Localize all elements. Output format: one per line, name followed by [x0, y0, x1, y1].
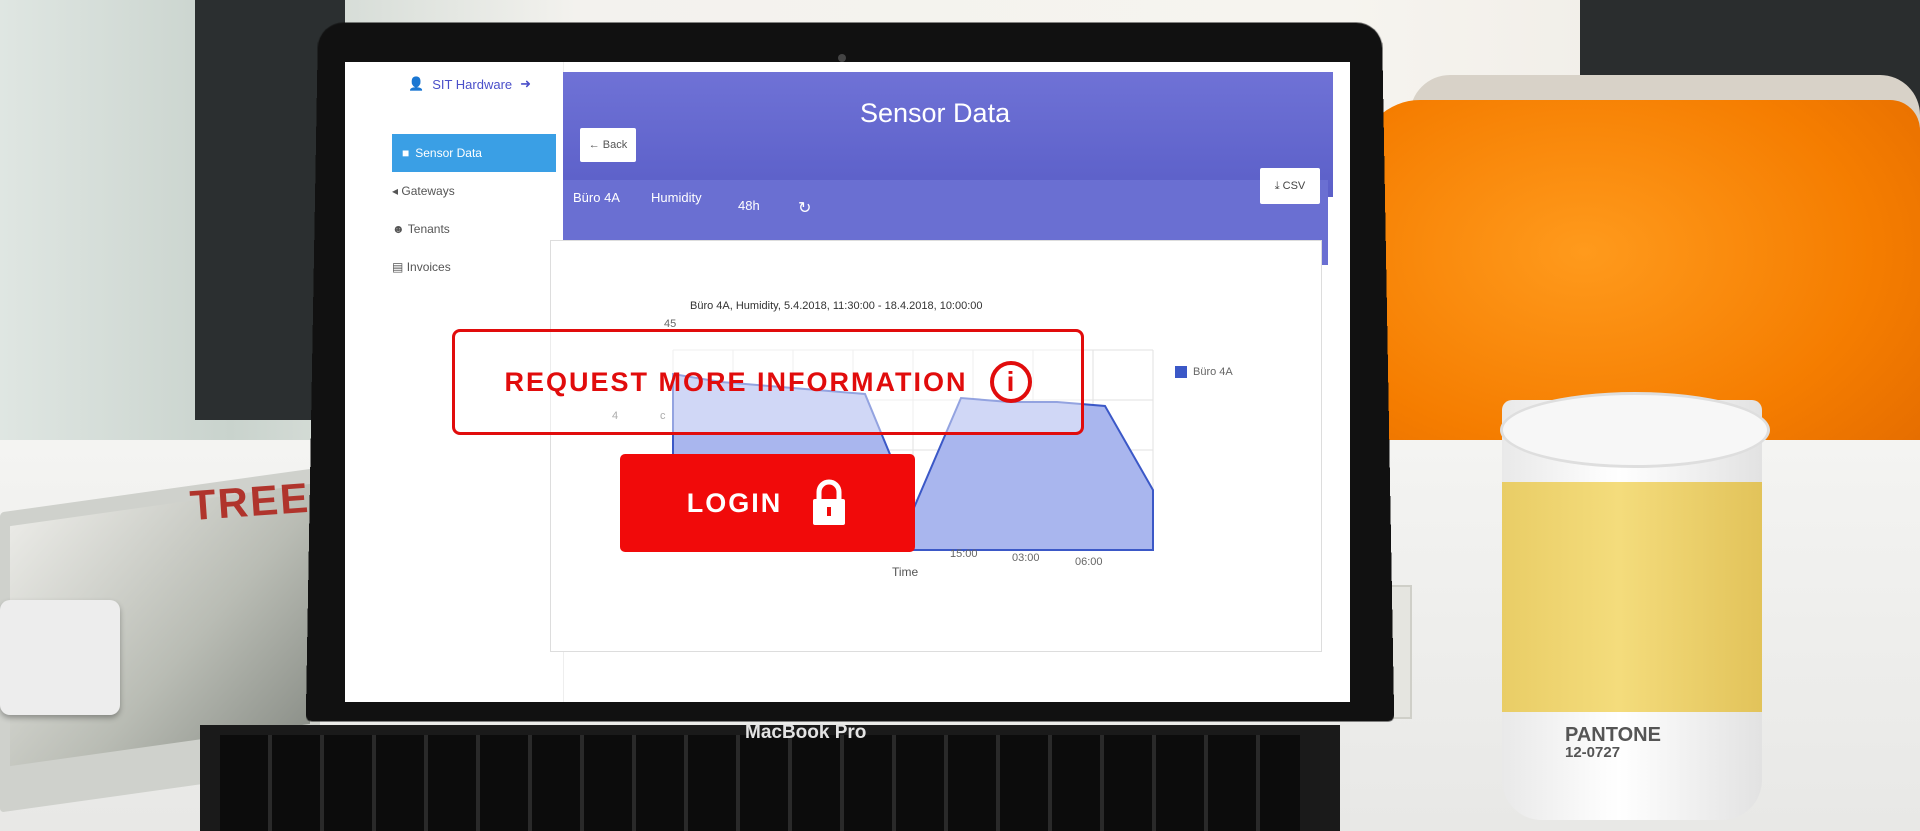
back-button[interactable]: ← Back: [580, 128, 636, 162]
document-icon: ▤: [392, 260, 404, 274]
csv-download-button[interactable]: ⤓ CSV: [1260, 168, 1320, 204]
notebook-title: TREE: [188, 473, 312, 530]
request-info-label: REQUEST MORE INFORMATION: [504, 366, 968, 397]
cup-code: 12-0727: [1565, 744, 1621, 761]
info-icon: i: [989, 361, 1032, 403]
sidebar-item-label: Gateways: [401, 184, 455, 198]
login-label: LOGIN: [686, 487, 783, 518]
x-tick-label: 06:00: [1075, 556, 1103, 568]
login-button[interactable]: LOGIN: [620, 454, 915, 552]
signal-icon: ◂: [392, 184, 399, 198]
sidebar-item-label: Invoices: [406, 260, 451, 274]
tab-metric[interactable]: Humidity: [651, 190, 702, 205]
x-tick-label: 03:00: [1012, 552, 1040, 564]
x-tick-label: 15:00: [950, 548, 978, 560]
request-info-button[interactable]: REQUEST MORE INFORMATION i: [452, 329, 1084, 435]
phone: [0, 600, 120, 715]
cup-band: [1502, 482, 1762, 712]
sidebar-item-sensor-data[interactable]: ■ Sensor Data: [392, 134, 556, 172]
lock-icon: [813, 479, 846, 525]
legend-label: Büro 4A: [1193, 366, 1233, 378]
sidebar-item-invoices[interactable]: ▤ Invoices: [392, 260, 451, 274]
cup-rim: [1500, 392, 1770, 468]
chart-icon: ■: [402, 146, 410, 160]
page-title: Sensor Data: [860, 98, 1011, 128]
sidebar-user[interactable]: 👤 SIT Hardware ➜: [408, 76, 531, 92]
cup-label: PANTONE 12-0727: [1565, 724, 1661, 762]
users-icon: ☻: [392, 222, 405, 236]
laptop-brand-label: MacBook Pro: [745, 722, 867, 743]
chart-legend[interactable]: Büro 4A: [1175, 366, 1233, 378]
sidebar-item-gateways[interactable]: ◂ Gateways: [392, 184, 455, 198]
camera-dot: [838, 54, 846, 62]
sidebar-item-tenants[interactable]: ☻ Tenants: [392, 222, 450, 236]
x-axis-label: Time: [892, 565, 919, 579]
app-header: [563, 72, 1333, 197]
legend-swatch: [1175, 366, 1187, 378]
tab-location[interactable]: Büro 4A: [573, 190, 620, 205]
logout-icon[interactable]: ➜: [520, 76, 531, 92]
sidebar-item-label: Tenants: [407, 222, 450, 236]
sidebar-item-label: Sensor Data: [415, 146, 482, 160]
cup-brand: PANTONE: [1565, 724, 1661, 746]
user-icon: 👤: [408, 76, 425, 91]
laptop-keys: [220, 735, 1300, 831]
refresh-icon[interactable]: ↻: [798, 198, 811, 218]
sidebar-user-label: SIT Hardware: [432, 76, 513, 92]
tab-range[interactable]: 48h: [738, 198, 760, 213]
chart-title: Büro 4A, Humidity, 5.4.2018, 11:30:00 - …: [690, 300, 983, 312]
